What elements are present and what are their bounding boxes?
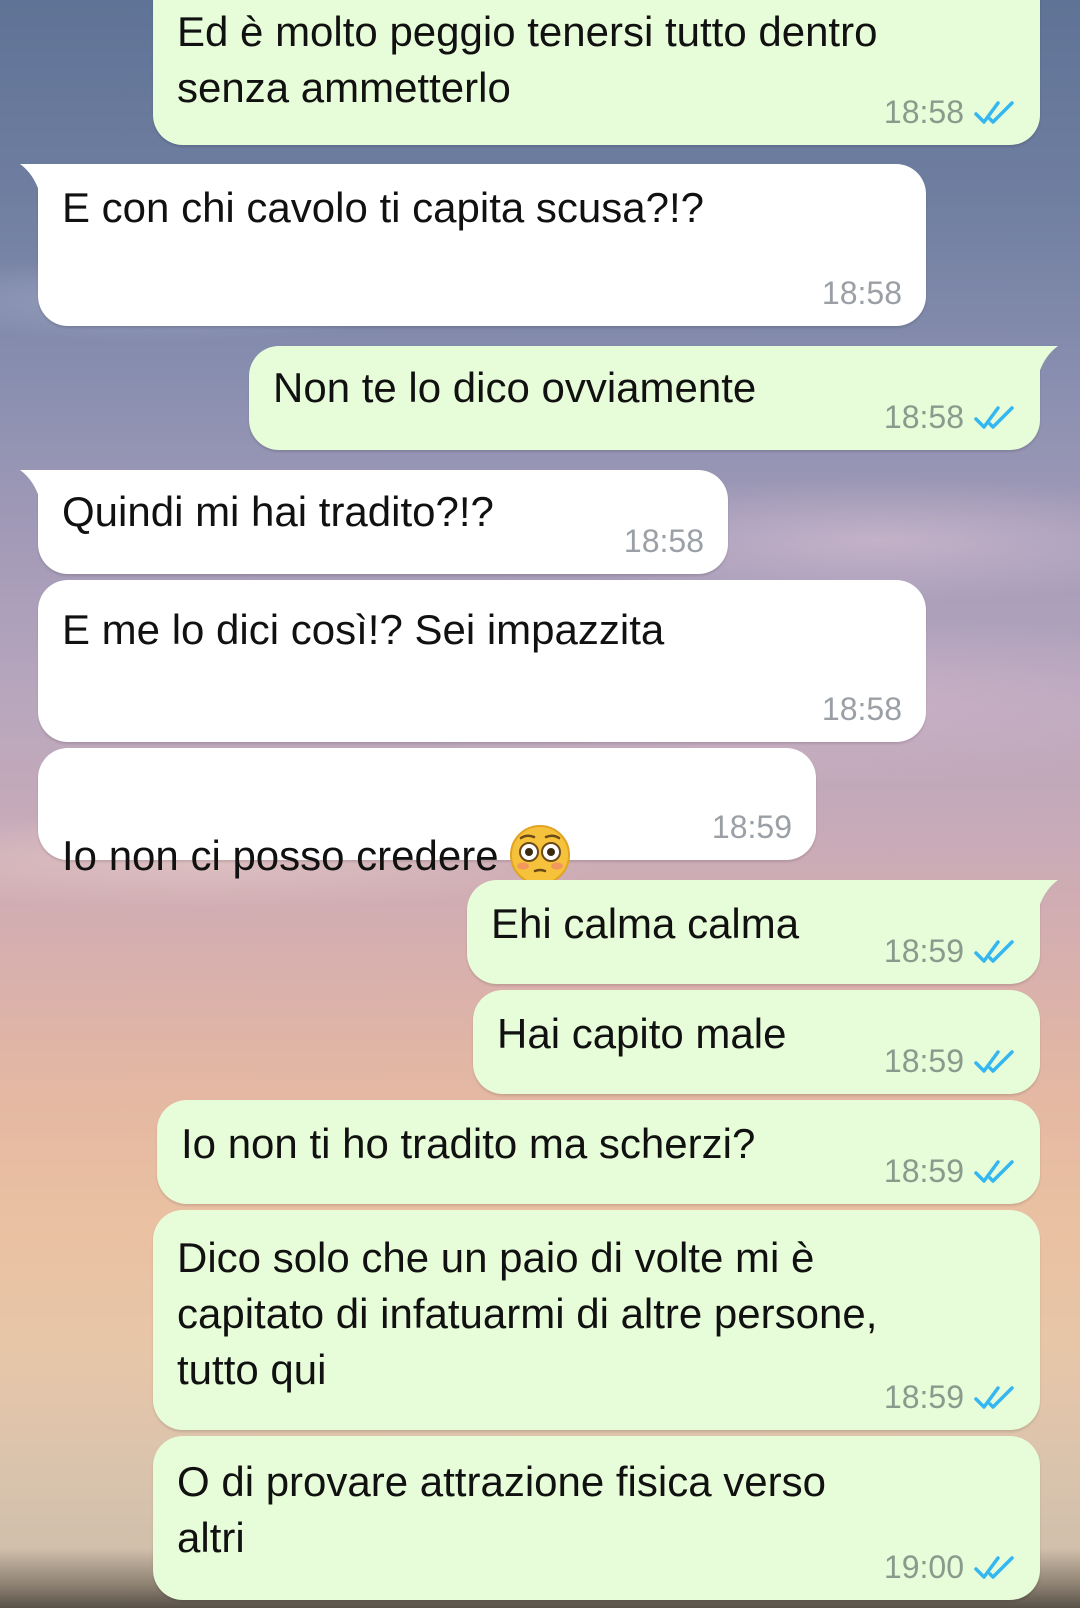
message-meta: 18:58 [822,691,902,728]
bubble-tail [20,470,60,500]
message-text: Quindi mi hai tradito?!? [62,488,494,535]
bubble-tail [1018,880,1058,910]
message-bubble-outgoing[interactable]: Ehi calma calma 18:59 [467,880,1058,984]
message-text: Ehi calma calma [491,900,800,947]
bubble-tail [1018,346,1058,376]
message-time: 18:58 [883,94,964,130]
message-meta: 18:58 [822,275,902,312]
read-ticks-icon [974,1159,1014,1183]
message-meta: 18:59 [884,933,1016,970]
read-ticks-icon [974,939,1014,963]
read-ticks-icon [974,405,1014,429]
message-meta: 18:58 [624,523,704,560]
message-text: Ed è molto peggio tenersi tutto dentro s… [177,8,878,111]
message-meta: 18:59 [884,1153,1016,1190]
flushed-face-icon [509,825,570,885]
message-bubble-outgoing[interactable]: Non te lo dico ovviamente 18:58 [249,346,1058,450]
message-meta: 18:59 [884,1379,1016,1416]
message-bubble-incoming[interactable]: E me lo dici così!? Sei impazzita 18:58 [38,580,926,742]
message-time: 18:59 [883,933,964,969]
message-meta: 18:58 [884,399,1016,436]
message-text: O di provare attrazione fisica verso alt… [177,1458,826,1561]
message-time: 18:58 [623,523,704,559]
read-ticks-icon [974,1049,1014,1073]
message-time: 18:59 [883,1153,964,1189]
read-ticks-icon [974,1555,1014,1579]
message-bubble-outgoing[interactable]: Dico solo che un paio di volte mi è capi… [153,1210,1040,1430]
message-bubble-incoming[interactable]: E con chi cavolo ti capita scusa?!? 18:5… [20,164,926,326]
message-bubble-outgoing[interactable]: Hai capito male 18:59 [473,990,1040,1094]
message-bubble-outgoing[interactable]: Ed è molto peggio tenersi tutto dentro s… [153,0,1040,145]
message-bubble-incoming[interactable]: Io non ci posso credere 18:59 [38,748,816,885]
bubble-tail [20,164,60,194]
message-text: E me lo dici così!? Sei impazzita [62,606,665,653]
message-meta: 18:59 [884,1043,1016,1080]
read-ticks-icon [974,100,1014,124]
message-text: Io non ci posso credere [62,772,571,890]
message-meta: 18:58 [884,94,1016,131]
message-time: 18:58 [821,691,902,727]
message-text: Dico solo che un paio di volte mi è capi… [177,1234,878,1393]
message-time: 18:59 [883,1379,964,1415]
message-text: Io non ti ho tradito ma scherzi? [181,1120,756,1167]
message-time: 18:58 [883,399,964,435]
message-bubble-outgoing[interactable]: O di provare attrazione fisica verso alt… [153,1436,1040,1600]
message-meta: 19:00 [884,1549,1016,1586]
message-time: 18:59 [711,809,792,845]
message-time: 18:58 [821,275,902,311]
message-bubble-incoming[interactable]: Quindi mi hai tradito?!? 18:58 [20,470,728,574]
message-text-content: Io non ci posso credere [62,832,499,880]
message-bubble-outgoing[interactable]: Io non ti ho tradito ma scherzi? 18:59 [157,1100,1040,1204]
message-meta: 18:59 [712,809,792,846]
message-time: 19:00 [883,1549,964,1585]
message-text: Non te lo dico ovviamente [273,364,757,411]
read-ticks-icon [974,1385,1014,1409]
message-text: Hai capito male [497,1010,787,1057]
message-text: E con chi cavolo ti capita scusa?!? [62,184,705,231]
message-time: 18:59 [883,1043,964,1079]
